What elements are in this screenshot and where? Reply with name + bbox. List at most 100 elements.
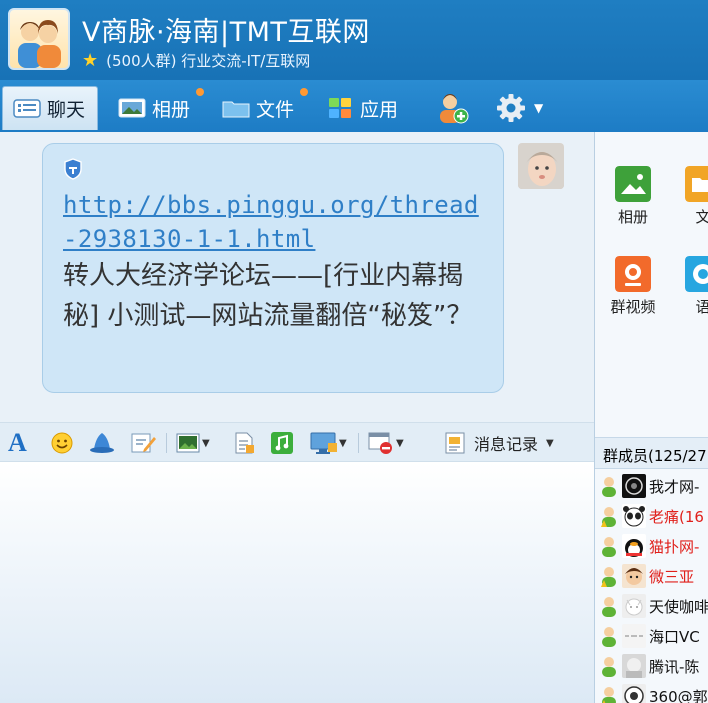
image-icon xyxy=(176,433,200,453)
emoji-button[interactable] xyxy=(50,431,74,455)
member-avatar xyxy=(622,474,646,498)
tab-album[interactable]: 相册 xyxy=(108,86,204,130)
member-role-icon xyxy=(602,657,616,677)
member-avatar xyxy=(622,654,646,678)
chevron-down-icon: ▼ xyxy=(396,437,404,449)
member-avatar xyxy=(622,624,646,648)
member-name: 天使咖啡 xyxy=(649,597,708,616)
shake-button[interactable] xyxy=(88,431,116,455)
member-name: 猫扑网- xyxy=(649,537,700,556)
member-item[interactable]: 猫扑网- xyxy=(599,532,708,560)
document-icon xyxy=(235,432,254,454)
group-subtitle-text: (500人群) 行业交流-IT/互联网 xyxy=(106,52,311,70)
member-item[interactable]: 老痛(16 xyxy=(599,502,708,530)
app-voice-label: 语 xyxy=(695,298,708,316)
apps-icon xyxy=(329,98,351,118)
right-panel: 相册 文 群视频 语 群成员(125/27 我才网- 老痛(16 猫扑网- 微三… xyxy=(594,132,708,703)
chevron-down-icon: ▼ xyxy=(534,101,544,115)
remote-assist-button[interactable]: ▼ xyxy=(368,431,404,455)
member-name: 老痛(16 xyxy=(649,507,704,526)
app-album-label: 相册 xyxy=(617,208,648,226)
tab-apps[interactable]: 应用 xyxy=(316,86,408,130)
tab-album-label: 相册 xyxy=(152,98,191,121)
tab-bar: 聊天 相册 文件 应用 ▼ xyxy=(0,80,708,132)
group-avatar[interactable] xyxy=(8,8,70,70)
group-subtitle: ★ (500人群) 行业交流-IT/互联网 xyxy=(82,50,310,71)
album-icon xyxy=(118,98,146,118)
message-text: 转人大经济学论坛——[行业内幕揭秘] 小测试—网站流量翻倍“秘笈”？ xyxy=(63,261,473,331)
send-image-button[interactable]: ▼ xyxy=(176,431,210,455)
screenshot-button[interactable]: ▼ xyxy=(310,431,347,455)
window-no-icon xyxy=(368,432,392,454)
member-item[interactable]: 微三亚 xyxy=(599,562,708,590)
font-icon: A xyxy=(8,428,27,457)
tab-apps-label: 应用 xyxy=(360,98,399,121)
settings-button[interactable]: ▼ xyxy=(484,86,553,130)
toolbar-divider xyxy=(166,433,167,453)
gear-icon xyxy=(497,94,525,122)
video-app-icon xyxy=(615,256,651,292)
member-avatar xyxy=(622,504,646,528)
member-avatar xyxy=(622,684,646,703)
sender-avatar[interactable] xyxy=(518,143,564,189)
message-bubble: http://bbs.pinggu.org/thread-2938130-1-1… xyxy=(42,143,504,393)
tab-files[interactable]: 文件 xyxy=(212,86,308,130)
member-item[interactable]: 天使咖啡 xyxy=(599,592,708,620)
message-input[interactable] xyxy=(0,462,594,703)
message-history-button[interactable]: 消息记录 ▼ xyxy=(444,431,554,455)
member-name: 360@郭 xyxy=(649,687,708,703)
member-admin-icon xyxy=(601,567,616,587)
baby-avatar-icon xyxy=(518,143,564,189)
chevron-down-icon: ▼ xyxy=(202,437,210,449)
member-name: 微三亚 xyxy=(649,567,695,586)
input-toolbar: A ▼ ▼ ▼ 消息记录 ▼ xyxy=(0,422,594,462)
tab-chat-label: 聊天 xyxy=(47,99,86,121)
music-button[interactable] xyxy=(270,431,294,455)
chevron-down-icon: ▼ xyxy=(546,437,554,449)
send-file-button[interactable] xyxy=(232,431,256,455)
app-files-label: 文 xyxy=(695,208,708,226)
doodle-button[interactable] xyxy=(130,431,156,455)
member-avatar xyxy=(622,534,646,558)
member-admin-icon xyxy=(602,687,616,703)
member-item[interactable]: 我才网- xyxy=(599,472,708,500)
member-avatar xyxy=(622,564,646,588)
member-name: 我才网- xyxy=(649,477,700,496)
member-avatar xyxy=(622,594,646,618)
add-member-button[interactable] xyxy=(426,86,480,130)
members-header[interactable]: 群成员(125/27 xyxy=(595,437,708,469)
chat-message-area[interactable]: http://bbs.pinggu.org/thread-2938130-1-1… xyxy=(0,132,594,422)
app-group-video-label: 群视频 xyxy=(610,298,656,316)
member-name: 海口VC xyxy=(649,627,700,646)
notification-dot xyxy=(300,88,308,96)
tab-files-label: 文件 xyxy=(256,98,295,121)
monitor-icon xyxy=(310,432,337,454)
folder-app-icon xyxy=(685,166,708,202)
member-item[interactable]: 腾讯-陈 xyxy=(599,652,708,680)
star-icon: ★ xyxy=(82,49,99,71)
member-role-icon xyxy=(602,627,616,647)
app-group-video[interactable]: 群视频 xyxy=(603,256,663,317)
app-album[interactable]: 相册 xyxy=(603,166,663,227)
folder-icon xyxy=(222,101,250,118)
smiley-icon xyxy=(51,432,73,454)
tab-chat[interactable]: 聊天 xyxy=(2,86,98,130)
member-role-icon xyxy=(602,597,616,617)
member-item[interactable]: 360@郭 xyxy=(599,682,708,703)
history-icon xyxy=(445,432,465,454)
voice-app-icon xyxy=(685,256,708,292)
chat-icon xyxy=(13,98,41,118)
message-history-label: 消息记录 xyxy=(474,435,539,454)
member-item[interactable]: 海口VC xyxy=(599,622,708,650)
message-link[interactable]: http://bbs.pinggu.org/thread-2938130-1-1… xyxy=(63,188,485,256)
member-role-icon xyxy=(602,477,616,497)
music-icon xyxy=(271,432,293,454)
member-admin-icon xyxy=(601,507,616,527)
group-header: V商脉·海南|TMT互联网 ★ (500人群) 行业交流-IT/互联网 xyxy=(0,0,708,80)
font-button[interactable]: A xyxy=(8,428,27,457)
notification-dot xyxy=(196,88,204,96)
app-files[interactable]: 文 xyxy=(673,166,708,227)
member-role-icon xyxy=(602,537,616,557)
add-member-icon xyxy=(440,94,469,124)
app-voice[interactable]: 语 xyxy=(673,256,708,317)
